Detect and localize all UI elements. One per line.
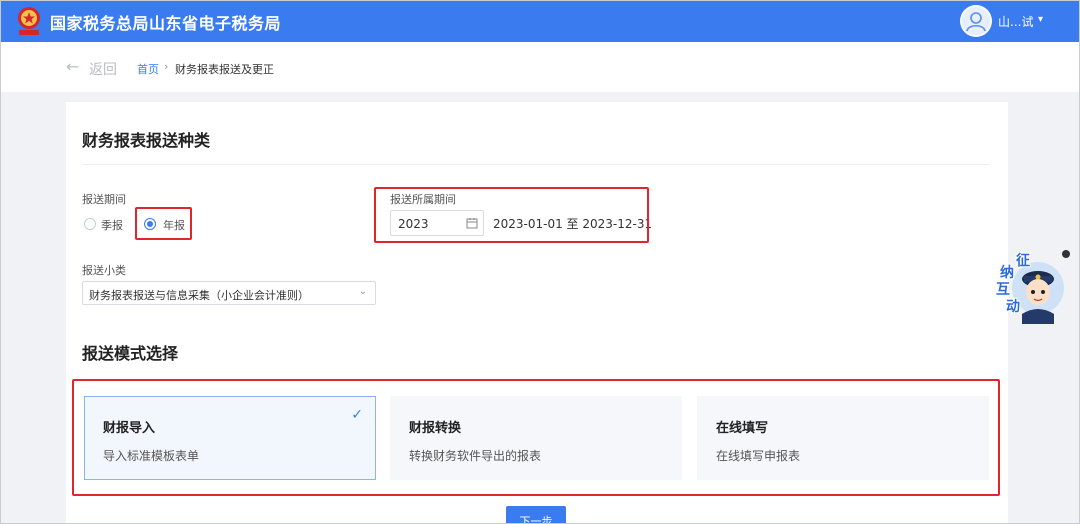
- breadcrumb-separator: ›: [164, 60, 169, 73]
- chevron-down-icon[interactable]: ▾: [1038, 14, 1043, 25]
- period-label: 报送期间: [82, 193, 126, 206]
- subtype-select-value: 财务报表报送与信息采集（小企业会计准则）: [89, 289, 309, 302]
- chevron-down-icon: ⌄: [358, 286, 367, 297]
- close-icon[interactable]: [1062, 250, 1070, 258]
- highlight-box-period: [374, 187, 649, 243]
- radio-quarterly-label[interactable]: 季报: [101, 217, 123, 233]
- subtype-label: 报送小类: [82, 264, 126, 277]
- breadcrumb-bar: ← 返回 首页 › 财务报表报送及更正: [0, 42, 1080, 92]
- back-button[interactable]: 返回: [89, 59, 117, 79]
- widget-char: 动: [1006, 299, 1020, 315]
- top-nav-bar: 国家税务总局山东省电子税务局 山...试 ▾: [0, 0, 1080, 42]
- section-title-report-type: 财务报表报送种类: [82, 131, 211, 150]
- section-title-mode: 报送模式选择: [82, 344, 179, 363]
- user-avatar-icon[interactable]: [960, 5, 992, 37]
- app-title: 国家税务总局山东省电子税务局: [50, 14, 282, 33]
- subtype-select[interactable]: 财务报表报送与信息采集（小企业会计准则） ⌄: [82, 281, 376, 305]
- user-name[interactable]: 山...试: [998, 13, 1033, 30]
- highlight-box-modes: [72, 379, 1000, 496]
- divider: [82, 164, 990, 165]
- arrow-left-icon[interactable]: ←: [66, 57, 79, 76]
- radio-quarterly[interactable]: [84, 218, 96, 230]
- widget-char: 征: [1016, 253, 1030, 269]
- tax-emblem-logo: [18, 7, 40, 35]
- breadcrumb-current: 财务报表报送及更正: [175, 63, 274, 76]
- breadcrumb-home-link[interactable]: 首页: [137, 61, 159, 77]
- highlight-box-annual: [135, 207, 192, 240]
- next-step-button[interactable]: 下一步: [506, 506, 566, 524]
